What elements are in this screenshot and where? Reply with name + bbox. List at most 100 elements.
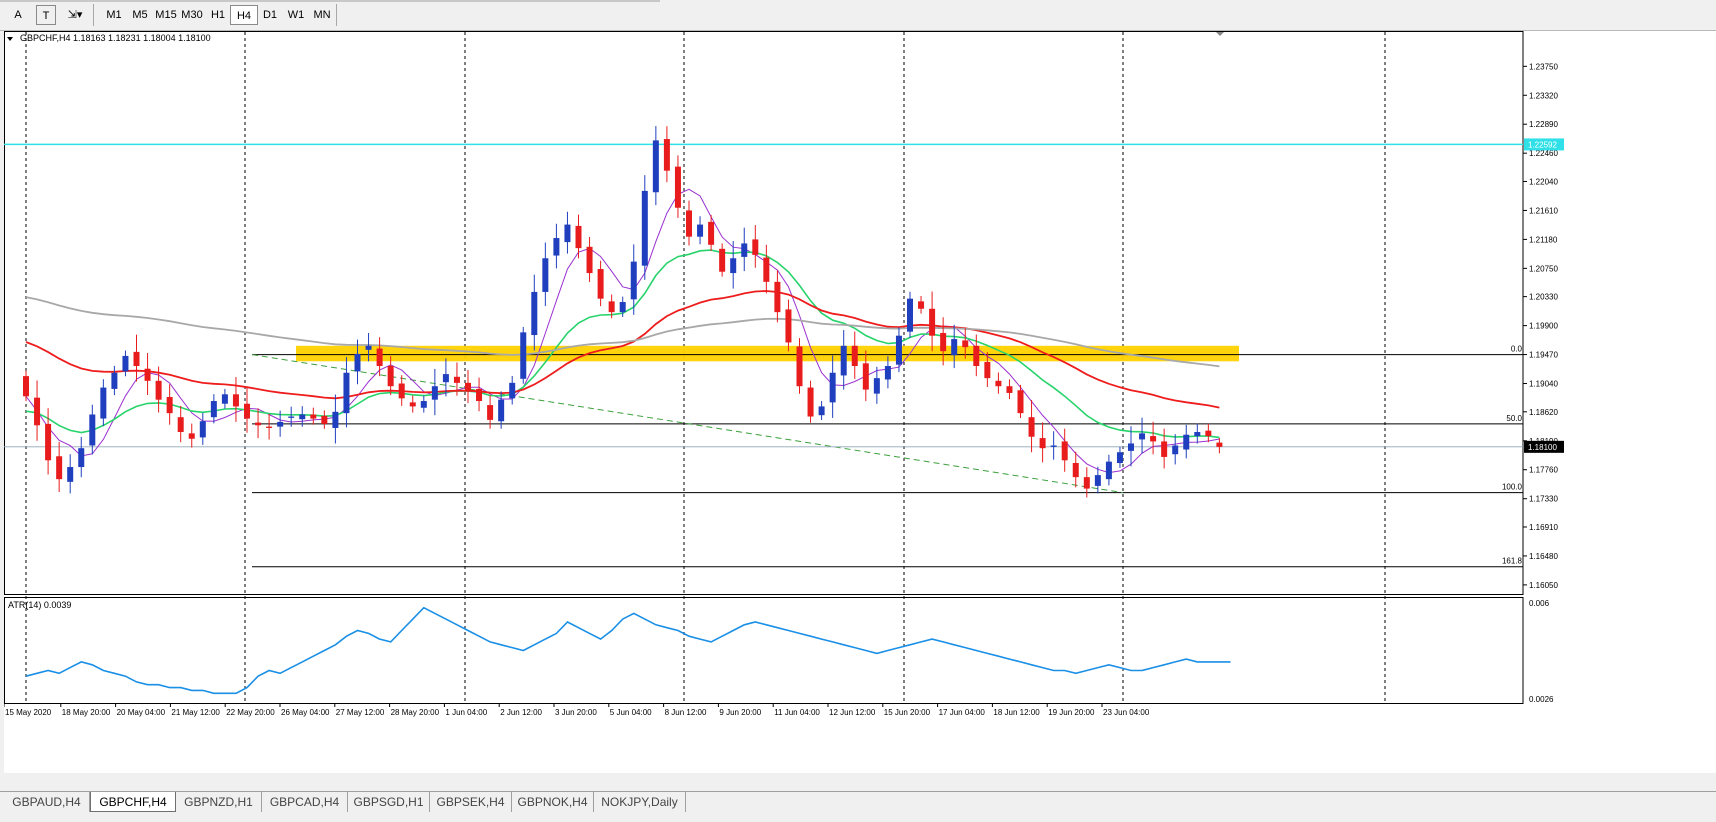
candle-body xyxy=(542,258,549,292)
tab-gbpsgd-h1[interactable]: GBPSGD,H1 xyxy=(348,792,430,812)
candle-body xyxy=(199,421,206,438)
candle-body xyxy=(829,372,836,403)
candle-body xyxy=(23,376,29,397)
time-tick-label: 20 May 04:00 xyxy=(117,708,166,717)
time-tick-label: 8 Jun 12:00 xyxy=(665,708,707,717)
price-tick-label: 1.22460 xyxy=(1529,149,1558,158)
time-tick-label: 22 May 20:00 xyxy=(226,708,275,717)
candle-body xyxy=(310,414,317,419)
candle-body xyxy=(1161,441,1168,457)
chart-window[interactable]: 0.0 50.0 100.0 161.8 1.23750 1.23320 1.22890 1… xyxy=(3,31,1716,773)
tab-gbpchf-h4[interactable]: GBPCHF,H4 xyxy=(90,792,176,812)
price-tick-label: 1.21610 xyxy=(1529,206,1558,215)
candle-body xyxy=(1116,452,1123,463)
candles xyxy=(23,126,1223,498)
timeframe-h1[interactable]: H1 xyxy=(204,5,232,25)
candle-body xyxy=(796,346,803,387)
chart-menu-triangle-icon[interactable] xyxy=(7,37,13,41)
candle-body xyxy=(597,269,604,299)
candle-body xyxy=(1205,430,1212,437)
candle-body xyxy=(144,368,151,381)
candle-body xyxy=(1194,432,1201,437)
candle-body xyxy=(1072,462,1079,478)
candle-body xyxy=(188,433,195,439)
resistance-zone xyxy=(296,345,1239,362)
shift-marker-icon[interactable] xyxy=(1216,32,1224,36)
candle-body xyxy=(111,372,118,389)
price-tick-label: 1.16480 xyxy=(1529,552,1558,561)
timeframe-m15[interactable]: M15 xyxy=(152,5,180,25)
timeframe-m30[interactable]: M30 xyxy=(178,5,206,25)
candle-body xyxy=(763,257,770,282)
candle-body xyxy=(45,423,52,461)
candle-body xyxy=(929,308,936,336)
candle-body xyxy=(862,363,869,390)
time-tick-label: 19 Jun 20:00 xyxy=(1048,708,1095,717)
candle-body xyxy=(255,422,262,426)
text-label-tool-icon[interactable]: T xyxy=(36,5,56,25)
candle-body xyxy=(851,345,858,367)
candle-body xyxy=(210,401,217,418)
price-tick-label: 1.19040 xyxy=(1529,380,1558,389)
timeframe-h4[interactable]: H4 xyxy=(230,5,258,25)
timeframe-w1[interactable]: W1 xyxy=(282,5,310,25)
candle-body xyxy=(498,399,505,422)
candle-body xyxy=(232,394,239,407)
timeframe-d1[interactable]: D1 xyxy=(256,5,284,25)
chart-header: GBPCHF,H4 1.18163 1.18231 1.18004 1.1810… xyxy=(20,33,211,43)
price-tick-label: 1.22890 xyxy=(1529,120,1558,129)
tab-gbpsek-h4[interactable]: GBPSEK,H4 xyxy=(430,792,512,812)
tab-gbpnok-h4[interactable]: GBPNOK,H4 xyxy=(512,792,594,812)
candle-body xyxy=(630,261,637,300)
candle-body xyxy=(641,190,648,266)
timeframe-m1[interactable]: M1 xyxy=(100,5,128,25)
timeframe-m5[interactable]: M5 xyxy=(126,5,154,25)
candle-body xyxy=(962,340,969,348)
candle-body xyxy=(608,301,615,313)
price-chart[interactable]: 0.050.0100.0161.8 1.237501.233201.228901… xyxy=(3,31,1716,773)
candle-body xyxy=(365,345,372,350)
atr-pane-frame xyxy=(4,597,1524,704)
atr-tick-label: 0.0026 xyxy=(1529,695,1554,704)
tab-gbpaud-h4[interactable]: GBPAUD,H4 xyxy=(4,792,90,812)
candle-body xyxy=(918,301,925,309)
price-tick-label: 1.23750 xyxy=(1529,62,1558,71)
time-tick-label: 2 Jun 12:00 xyxy=(500,708,542,717)
candle-body xyxy=(1061,441,1068,461)
candle-body xyxy=(221,394,228,404)
candle-body xyxy=(840,345,847,376)
candle-body xyxy=(288,416,295,418)
candle-body xyxy=(652,140,659,193)
candle-body xyxy=(719,248,726,272)
fib-level-label: 161.8 xyxy=(1502,557,1523,566)
timeframe-mn[interactable]: MN xyxy=(308,5,336,25)
candle-body xyxy=(895,335,902,365)
arrows-tool-icon[interactable]: ⇲▾ xyxy=(62,5,88,25)
toolbar-separator xyxy=(336,4,337,26)
candle-body xyxy=(995,380,1002,387)
tab-gbpnzd-h1[interactable]: GBPNZD,H1 xyxy=(176,792,262,812)
candle-body xyxy=(785,309,792,343)
candle-body xyxy=(67,467,74,482)
time-tick-label: 15 May 2020 xyxy=(5,708,52,717)
candle-body xyxy=(476,388,483,402)
candle-body xyxy=(984,361,991,379)
tab-gbpcad-h4[interactable]: GBPCAD,H4 xyxy=(262,792,348,812)
candle-body xyxy=(509,382,516,399)
candle-body xyxy=(553,238,560,256)
candle-body xyxy=(376,348,383,367)
candle-body xyxy=(122,355,129,372)
tab-nokjpy-daily[interactable]: NOKJPY,Daily xyxy=(594,792,686,812)
candle-body xyxy=(907,298,913,332)
toolbar-separator xyxy=(93,4,94,26)
candle-body xyxy=(774,281,781,313)
candle-body xyxy=(277,421,284,427)
candle-body xyxy=(177,417,184,433)
candle-body xyxy=(1050,445,1057,447)
candle-body xyxy=(442,374,449,383)
price-tick-label: 1.23320 xyxy=(1529,91,1558,100)
atr-line xyxy=(25,606,1231,695)
candle-body xyxy=(420,401,427,408)
candle-body xyxy=(741,243,748,257)
text-tool-icon[interactable]: A xyxy=(8,5,28,25)
